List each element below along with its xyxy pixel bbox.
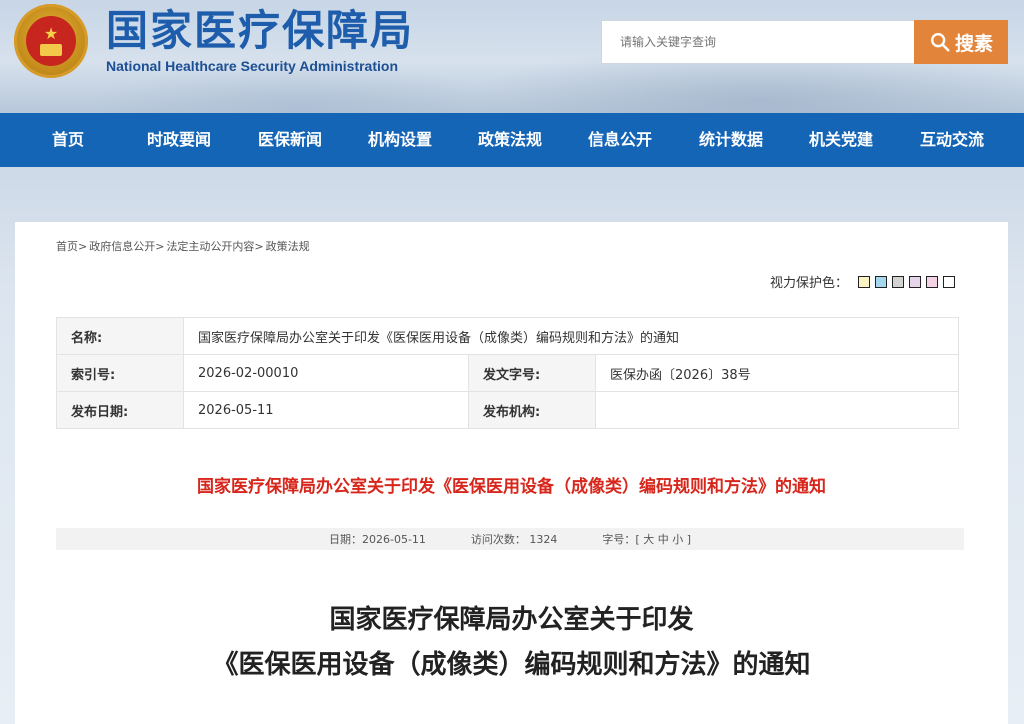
article-heading-line1: 国家医疗保障局办公室关于印发 (329, 605, 694, 635)
eye-protection-colors: 视力保护色： (770, 272, 956, 291)
name-label: 名称: (56, 317, 184, 355)
publish-date-label: 发布日期: (56, 391, 184, 429)
breadcrumb-policies[interactable]: 政策法规 (266, 240, 310, 253)
search-button-label: 搜素 (954, 32, 993, 55)
font-size-label: 字号：[ (602, 533, 640, 546)
color-swatch-blue[interactable] (875, 275, 888, 288)
font-size-medium[interactable]: 中 (658, 533, 669, 546)
search-button[interactable]: 搜素 (914, 20, 1008, 64)
color-swatch-yellow[interactable] (858, 275, 871, 288)
breadcrumb: 首页> 政府信息公开> 法定主动公开内容> 政策法规 (56, 238, 312, 254)
document-title: 国家医疗保障局办公室关于印发《医保医用设备（成像类）编码规则和方法》的通知 (197, 477, 826, 497)
site-subtitle: National Healthcare Security Administrat… (106, 58, 398, 74)
index-label: 索引号: (56, 354, 184, 392)
nav-item-healthcare-news[interactable]: 医保新闻 (245, 113, 335, 167)
content-panel: 首页> 政府信息公开> 法定主动公开内容> 政策法规 视力保护色： 名称: 国家医疗保… (15, 222, 1008, 724)
nav-item-party-building[interactable]: 机关党建 (796, 113, 886, 167)
article-heading: 国家医疗保障局办公室关于印发 《医保医用设备（成像类）编码规则和方法》的通知 (15, 598, 1008, 688)
breadcrumb-home[interactable]: 首页> (56, 240, 87, 253)
breadcrumb-statutory[interactable]: 法定主动公开内容> (166, 240, 263, 253)
main-nav: 首页 时政要闻 医保新闻 机构设置 政策法规 信息公开 统计数据 机关党建 互动… (0, 113, 1024, 167)
nav-item-policies[interactable]: 政策法规 (465, 113, 555, 167)
search-input[interactable] (601, 20, 915, 64)
nav-item-statistics[interactable]: 统计数据 (686, 113, 776, 167)
font-size-small[interactable]: 小 (672, 533, 683, 546)
visit-count: 访问次数： 1324 (470, 533, 558, 546)
nav-item-info-disclosure[interactable]: 信息公开 (575, 113, 665, 167)
national-emblem-icon: ★ (14, 4, 88, 78)
name-value: 国家医疗保障局办公室关于印发《医保医用设备（成像类）编码规则和方法》的通知 (183, 317, 959, 355)
article-heading-line2: 《医保医用设备（成像类）编码规则和方法》的通知 (212, 650, 811, 680)
nav-item-home[interactable]: 首页 (28, 113, 108, 167)
font-size-control: 字号：[ 大 中 小 ] (602, 531, 691, 547)
breadcrumb-gov-info[interactable]: 政府信息公开> (89, 240, 164, 253)
color-swatch-lavender[interactable] (909, 275, 922, 288)
index-value: 2026-02-00010 (183, 354, 469, 392)
document-meta-table: 名称: 国家医疗保障局办公室关于印发《医保医用设备（成像类）编码规则和方法》的通… (56, 317, 959, 429)
publishing-org-label: 发布机构: (468, 391, 596, 429)
article-info-bar: 日期：2026-05-11 访问次数： 1324 字号：[ 大 中 小 ] (56, 528, 964, 550)
eye-protection-label: 视力保护色： (770, 276, 849, 291)
font-size-close: ] (686, 533, 692, 546)
site-header: ★ 国家医疗保障局 National Healthcare Security A… (0, 0, 1024, 113)
article-date: 日期：2026-05-11 (328, 533, 426, 546)
nav-item-organization[interactable]: 机构设置 (355, 113, 445, 167)
nav-item-news-politics[interactable]: 时政要闻 (134, 113, 224, 167)
publishing-org-value (595, 391, 959, 429)
color-swatch-gray[interactable] (892, 275, 905, 288)
site-title[interactable]: 国家医疗保障局 (106, 6, 414, 56)
nav-item-interaction[interactable]: 互动交流 (907, 113, 997, 167)
publish-date-value: 2026-05-11 (183, 391, 469, 429)
color-swatch-white[interactable] (943, 275, 956, 288)
color-swatch-pink[interactable] (926, 275, 939, 288)
doc-number-label: 发文字号: (468, 354, 596, 392)
doc-number-value: 医保办函〔2026〕38号 (595, 354, 959, 392)
search-icon (931, 33, 950, 52)
font-size-large[interactable]: 大 (643, 533, 654, 546)
